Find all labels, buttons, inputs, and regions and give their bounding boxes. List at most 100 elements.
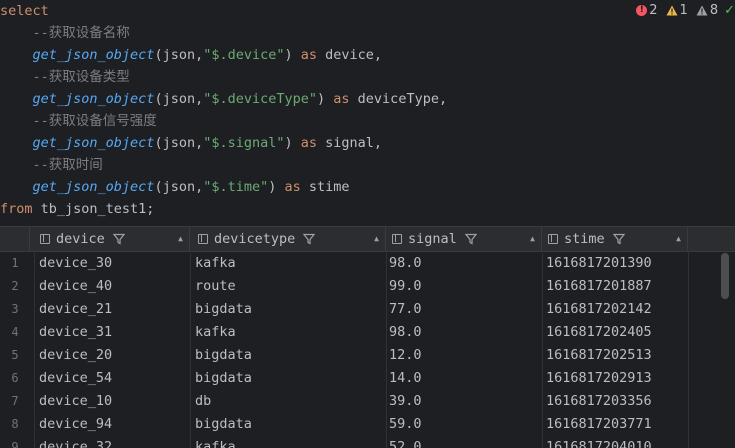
code-token: ) (268, 179, 285, 195)
cell-device[interactable]: device_30 (39, 252, 112, 275)
row-number-header (0, 227, 30, 251)
code-line[interactable]: get_json_object(json,"$.time") as stime (0, 176, 350, 198)
table-row[interactable]: 5 device_20 bigdata 12.0 1616817202513 (0, 344, 735, 367)
filter-icon[interactable] (303, 233, 316, 245)
code-token: --获取设备信号强度 (0, 113, 157, 129)
cell-stime[interactable]: 1616817201887 (546, 275, 652, 298)
cell-device[interactable]: device_31 (39, 321, 112, 344)
code-token: get_json_object (32, 91, 155, 107)
vertical-scrollbar[interactable] (721, 253, 729, 299)
code-token: (json, (154, 135, 204, 151)
cell-devicetype[interactable]: bigdata (195, 367, 252, 390)
sort-icon[interactable]: ▲ (530, 227, 535, 251)
code-token: as (300, 135, 318, 151)
cell-device[interactable]: device_32 (39, 436, 112, 448)
cell-device[interactable]: device_94 (39, 413, 112, 436)
code-token: "$.time" (203, 179, 269, 195)
cell-stime[interactable]: 1616817203771 (546, 413, 652, 436)
cell-devicetype[interactable]: route (195, 275, 236, 298)
code-token: --获取设备名称 (0, 25, 130, 41)
cell-signal[interactable]: 98.0 (389, 252, 422, 275)
row-number: 4 (11, 325, 19, 339)
row-number: 6 (11, 371, 19, 385)
filter-icon[interactable] (464, 233, 477, 245)
cell-stime[interactable]: 1616817202142 (546, 298, 652, 321)
table-row[interactable]: 2 device_40 route 99.0 1616817201887 (0, 275, 735, 298)
cell-stime[interactable]: 1616817202405 (546, 321, 652, 344)
table-row[interactable]: 9 device_32 kafka 52.0 1616817204010 (0, 436, 735, 448)
column-header-device[interactable]: device ▲ (30, 227, 190, 251)
cell-stime[interactable]: 1616817203356 (546, 390, 652, 413)
cell-stime[interactable]: 1616817204010 (546, 436, 652, 448)
sort-icon[interactable]: ▲ (178, 227, 183, 251)
errors-indicator[interactable]: ! 2 (636, 2, 658, 18)
cell-device[interactable]: device_10 (39, 390, 112, 413)
row-number: 5 (11, 348, 19, 362)
results-grid[interactable]: device ▲ devicetype ▲ signal ▲ stime ▲ 1… (0, 226, 735, 448)
code-token: (json, (154, 179, 204, 195)
table-row[interactable]: 1 device_30 kafka 98.0 1616817201390 (0, 252, 735, 275)
code-line[interactable]: get_json_object(json,"$.signal") as sign… (0, 132, 383, 154)
cell-devicetype[interactable]: db (195, 390, 211, 413)
cell-devicetype[interactable]: bigdata (195, 413, 252, 436)
cell-devicetype[interactable]: kafka (195, 321, 236, 344)
cell-devicetype[interactable]: kafka (195, 252, 236, 275)
cell-devicetype[interactable]: bigdata (195, 344, 252, 367)
code-line[interactable]: from tb_json_test1; (0, 198, 154, 220)
cell-signal[interactable]: 77.0 (389, 298, 422, 321)
column-header-signal[interactable]: signal ▲ (386, 227, 542, 251)
filter-icon[interactable] (612, 233, 625, 245)
table-row[interactable]: 6 device_54 bigdata 14.0 1616817202913 (0, 367, 735, 390)
cell-devicetype[interactable]: bigdata (195, 298, 252, 321)
weak-warnings-indicator[interactable]: 8 (696, 3, 718, 18)
warnings-indicator[interactable]: 1 (666, 3, 688, 18)
code-token: device, (317, 47, 383, 63)
code-line[interactable]: --获取设备信号强度 (0, 110, 157, 132)
code-line[interactable]: --获取设备名称 (0, 22, 130, 44)
sort-icon[interactable]: ▲ (374, 227, 379, 251)
errors-count: 2 (649, 2, 658, 18)
column-header-devicetype[interactable]: devicetype ▲ (190, 227, 386, 251)
code-line[interactable]: get_json_object(json,"$.device") as devi… (0, 44, 383, 66)
cell-devicetype[interactable]: kafka (195, 436, 236, 448)
cell-device[interactable]: device_40 (39, 275, 112, 298)
table-row[interactable]: 7 device_10 db 39.0 1616817203356 (0, 390, 735, 413)
cell-signal[interactable]: 12.0 (389, 344, 422, 367)
cell-device[interactable]: device_21 (39, 298, 112, 321)
column-icon (198, 234, 208, 244)
cell-signal[interactable]: 98.0 (389, 321, 422, 344)
code-token: ) (284, 135, 301, 151)
code-line[interactable]: --获取时间 (0, 154, 103, 176)
code-line[interactable]: select (0, 0, 49, 22)
column-label: signal (408, 231, 457, 247)
code-token: as (333, 91, 350, 107)
cell-stime[interactable]: 1616817202513 (546, 344, 652, 367)
cell-stime[interactable]: 1616817202913 (546, 367, 652, 390)
code-token: "$.signal" (203, 135, 285, 151)
column-label: devicetype (214, 231, 296, 247)
cell-signal[interactable]: 99.0 (389, 275, 422, 298)
table-row[interactable]: 8 device_94 bigdata 59.0 1616817203771 (0, 413, 735, 436)
code-token: as (300, 47, 318, 63)
filter-icon[interactable] (112, 233, 125, 245)
cell-signal[interactable]: 39.0 (389, 390, 422, 413)
code-line[interactable]: get_json_object(json,"$.deviceType") as … (0, 88, 448, 110)
inspection-widget[interactable]: ! 2 1 8 ✓ (632, 0, 735, 20)
cell-device[interactable]: device_54 (39, 367, 112, 390)
cell-signal[interactable]: 14.0 (389, 367, 422, 390)
code-line[interactable]: --获取设备类型 (0, 66, 130, 88)
column-header-stime[interactable]: stime ▲ (542, 227, 688, 251)
code-token: (json, (154, 47, 204, 63)
cell-device[interactable]: device_20 (39, 344, 112, 367)
sql-editor[interactable]: select --获取设备名称 get_json_object(json,"$.… (0, 0, 735, 224)
cell-stime[interactable]: 1616817201390 (546, 252, 652, 275)
check-icon[interactable]: ✓ (724, 3, 735, 18)
cell-signal[interactable]: 59.0 (389, 413, 422, 436)
table-row[interactable]: 4 device_31 kafka 98.0 1616817202405 (0, 321, 735, 344)
table-row[interactable]: 3 device_21 bigdata 77.0 1616817202142 (0, 298, 735, 321)
sort-icon[interactable]: ▲ (676, 227, 681, 251)
code-token: from (0, 201, 33, 217)
cell-signal[interactable]: 52.0 (389, 436, 422, 448)
row-number: 9 (11, 440, 19, 448)
